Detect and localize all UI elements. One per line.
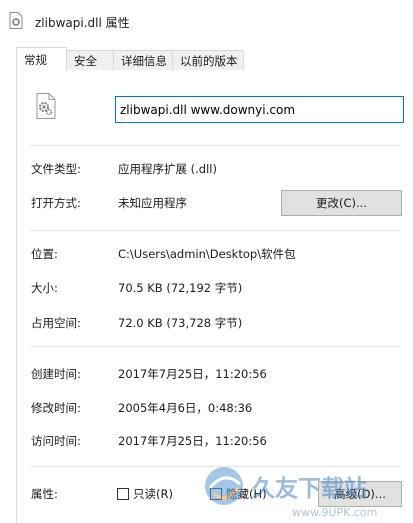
tab-general[interactable]: 常规 [16, 47, 67, 71]
attributes-label: 属性: [31, 487, 58, 501]
modified-label: 修改时间: [31, 401, 81, 415]
size-on-disk-label: 占用空间: [31, 316, 81, 330]
general-tab-panel [16, 70, 413, 523]
file-type-value: 应用程序扩展 (.dll) [118, 162, 217, 176]
created-value: 2017年7月25日，11:20:56 [118, 367, 267, 381]
opens-with-label: 打开方式: [31, 196, 81, 210]
accessed-value: 2017年7月25日，11:20:56 [118, 434, 267, 448]
readonly-checkbox[interactable] [117, 488, 129, 500]
separator [30, 230, 400, 231]
size-on-disk-value: 72.0 KB (73,728 字节) [118, 316, 243, 330]
tab-details[interactable]: 详细信息 [113, 50, 173, 70]
location-value: C:\Users\admin\Desktop\软件包 [118, 247, 296, 261]
svg-text:www.9UPK.com: www.9UPK.com [292, 506, 377, 519]
filename-input[interactable] [115, 96, 404, 123]
watermark-logo: 久友下载站 www.9UPK.com [205, 467, 377, 519]
dll-file-icon [9, 12, 23, 29]
separator [30, 145, 400, 146]
change-button[interactable]: 更改(C)... [281, 190, 402, 216]
window-title: zlibwapi.dll 属性 [35, 16, 130, 30]
size-value: 70.5 KB (72,192 字节) [118, 281, 243, 295]
accessed-label: 访问时间: [31, 434, 81, 448]
file-type-label: 文件类型: [31, 162, 81, 176]
opens-with-value: 未知应用程序 [118, 196, 187, 210]
tab-previous-versions[interactable]: 以前的版本 [172, 50, 244, 70]
location-label: 位置: [31, 247, 58, 261]
title-bar: zlibwapi.dll 属性 [0, 0, 413, 38]
size-label: 大小: [31, 281, 58, 295]
tab-security[interactable]: 安全 [66, 50, 114, 70]
modified-value: 2005年4月6日，0:48:36 [118, 401, 253, 415]
dll-gear-icon [36, 93, 56, 119]
separator [30, 346, 400, 347]
readonly-label[interactable]: 只读(R) [133, 486, 173, 502]
created-label: 创建时间: [31, 367, 81, 381]
svg-text:久友下载站: 久友下载站 [252, 475, 367, 502]
